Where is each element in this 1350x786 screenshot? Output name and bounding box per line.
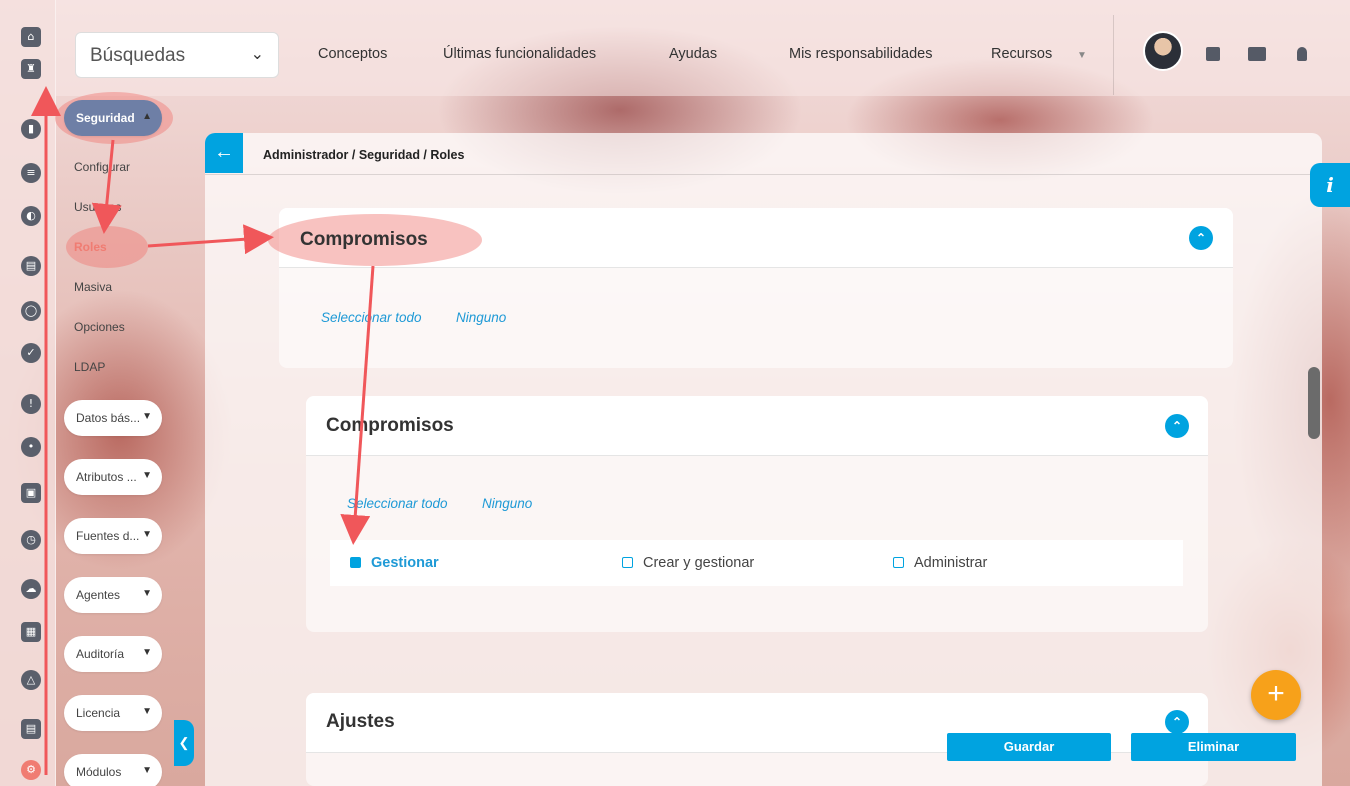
network-icon[interactable]: △	[21, 670, 41, 690]
list-icon[interactable]: ≡	[21, 163, 41, 183]
none-link[interactable]: Ninguno	[482, 496, 532, 511]
caret-down-icon: ▼	[142, 529, 152, 540]
section-label: Agentes	[76, 588, 121, 602]
section-datos-basicos[interactable]: Datos bás... ▼	[64, 400, 162, 436]
section-label: Módulos	[76, 765, 122, 779]
permission-gestionar[interactable]: Gestionar	[350, 555, 439, 571]
caret-down-icon: ▼	[142, 470, 152, 481]
clock-icon[interactable]: ◷	[21, 530, 41, 550]
none-link[interactable]: Ninguno	[456, 310, 506, 325]
checkbox-icon[interactable]	[893, 557, 904, 568]
select-all-link[interactable]: Seleccionar todo	[321, 310, 422, 325]
bar-chart-icon[interactable]: ▮	[21, 119, 41, 139]
permission-label: Administrar	[914, 555, 988, 571]
caret-down-icon: ▼	[142, 411, 152, 422]
section-label: Atributos ...	[76, 470, 137, 484]
chevron-up-icon[interactable]: ⌃	[1165, 710, 1189, 734]
section-label: Auditoría	[76, 647, 125, 661]
caret-up-icon: ▲	[142, 111, 152, 122]
delete-button[interactable]: Eliminar	[1131, 733, 1296, 761]
section-seguridad-label: Seguridad	[76, 111, 135, 125]
panel-header: ← Administrador / Seguridad / Roles	[205, 133, 1322, 175]
permission-label: Crear y gestionar	[643, 555, 755, 571]
sidebar-item-opciones[interactable]: Opciones	[74, 320, 125, 334]
compromisos-outer-title: Compromisos	[300, 229, 428, 250]
gear-icon[interactable]: ⚙	[21, 760, 41, 780]
search-dropdown[interactable]: Búsquedas ⌄	[75, 32, 279, 78]
section-label: Licencia	[76, 706, 121, 720]
nav-ayudas[interactable]: Ayudas	[669, 46, 717, 62]
section-label: Datos bás...	[76, 411, 141, 425]
nav-mis-responsabilidades[interactable]: Mis responsabilidades	[789, 46, 932, 62]
search-dropdown-label: Búsquedas	[90, 45, 186, 66]
cloud-icon[interactable]: ☁	[21, 579, 41, 599]
info-icon[interactable]: i	[1310, 163, 1350, 207]
calendar-icon[interactable]	[1206, 47, 1220, 61]
home-icon[interactable]: ⌂	[21, 27, 41, 47]
nav-conceptos[interactable]: Conceptos	[318, 46, 387, 62]
circle-loading-icon[interactable]: ◯	[21, 301, 41, 321]
briefcase-icon[interactable]	[1248, 47, 1266, 61]
compromisos-inner-title: Compromisos	[326, 415, 454, 436]
section-fuentes[interactable]: Fuentes d... ▼	[64, 518, 162, 554]
permissions-row: Gestionar Crear y gestionar Administrar	[330, 540, 1183, 586]
section-licencia[interactable]: Licencia ▼	[64, 695, 162, 731]
sidebar-item-usuarios[interactable]: Usuarios	[74, 200, 121, 214]
breadcrumb: Administrador / Seguridad / Roles	[263, 148, 465, 162]
caret-down-icon: ▼	[142, 647, 152, 658]
select-all-link[interactable]: Seleccionar todo	[347, 496, 448, 511]
scrollbar[interactable]	[1308, 367, 1320, 439]
divider	[1113, 15, 1114, 95]
icon-rail: ⌂ ♜ ▮ ≡ ◐ ▤ ◯ ✓ ! • ▣ ◷ ☁ ▦ △ ▤ ⚙	[0, 0, 56, 786]
dots-icon[interactable]: •	[21, 437, 41, 457]
pie-chart-icon[interactable]: ◐	[21, 206, 41, 226]
nav-ultimas-funcionalidades[interactable]: Últimas funcionalidades	[443, 46, 596, 62]
permission-label: Gestionar	[371, 555, 439, 571]
collapse-sidebar-button[interactable]: ❮	[174, 720, 194, 766]
check-circle-icon[interactable]: ✓	[21, 343, 41, 363]
sidebar-item-configurar[interactable]: Configurar	[74, 160, 130, 174]
section-auditoria[interactable]: Auditoría ▼	[64, 636, 162, 672]
checkbox-checked-icon[interactable]	[350, 557, 361, 568]
section-agentes[interactable]: Agentes ▼	[64, 577, 162, 613]
avatar[interactable]	[1143, 31, 1183, 71]
caret-down-icon: ▼	[142, 765, 152, 776]
tower-icon[interactable]: ♜	[21, 59, 41, 79]
recursos-caret-icon[interactable]: ▼	[1077, 50, 1087, 61]
ajustes-title: Ajustes	[326, 711, 395, 732]
nav-recursos[interactable]: Recursos	[991, 46, 1052, 62]
sidebar-item-roles[interactable]: Roles	[74, 240, 107, 254]
bell-icon[interactable]	[1297, 47, 1307, 61]
permission-administrar[interactable]: Administrar	[893, 555, 987, 571]
section-atributos[interactable]: Atributos ... ▼	[64, 459, 162, 495]
save-button[interactable]: Guardar	[947, 733, 1111, 761]
caret-down-icon: ▼	[142, 588, 152, 599]
sidebar-item-masiva[interactable]: Masiva	[74, 280, 112, 294]
chevron-up-icon[interactable]: ⌃	[1189, 226, 1213, 250]
chevron-down-icon: ⌄	[250, 46, 264, 63]
presentation-icon[interactable]: ▣	[21, 483, 41, 503]
chevron-up-icon[interactable]: ⌃	[1165, 414, 1189, 438]
checkbox-icon[interactable]	[622, 557, 633, 568]
caret-down-icon: ▼	[142, 706, 152, 717]
permission-crear-y-gestionar[interactable]: Crear y gestionar	[622, 555, 754, 571]
document-icon[interactable]: ▤	[21, 256, 41, 276]
file-icon[interactable]: ▤	[21, 719, 41, 739]
add-fab-button[interactable]: +	[1251, 670, 1301, 720]
section-seguridad[interactable]: Seguridad ▲	[64, 100, 162, 136]
sidebar-item-ldap[interactable]: LDAP	[74, 360, 105, 374]
section-label: Fuentes d...	[76, 529, 140, 543]
back-arrow-icon[interactable]: ←	[205, 133, 243, 173]
calendar-icon[interactable]: ▦	[21, 622, 41, 642]
section-modulos[interactable]: Módulos ▼	[64, 754, 162, 786]
warning-icon[interactable]: !	[21, 394, 41, 414]
